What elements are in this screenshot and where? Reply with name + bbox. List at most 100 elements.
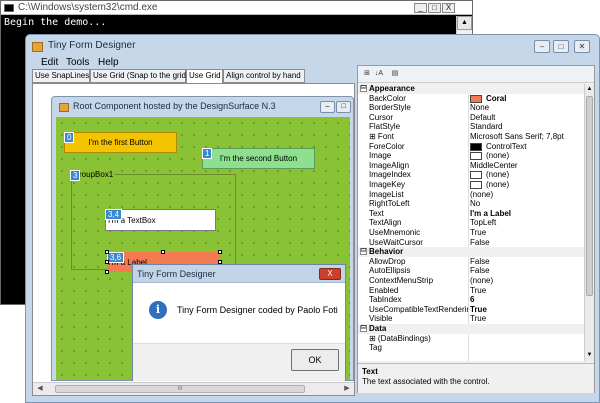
- property-value[interactable]: (none): [486, 151, 509, 161]
- description-title: Text: [362, 367, 378, 376]
- property-row[interactable]: UseCompatibleTextRendering True: [358, 304, 584, 315]
- menu-tools[interactable]: Tools: [66, 57, 89, 68]
- resize-handle[interactable]: [105, 250, 109, 254]
- tab-use-grid[interactable]: Use Grid: [186, 69, 223, 84]
- dialog-message: Tiny Form Designer coded by Paolo Foti: [177, 305, 338, 315]
- tab-index-badge: 3,6: [107, 252, 125, 263]
- property-pages-icon[interactable]: ▤: [390, 69, 400, 79]
- root-maximize-button[interactable]: □: [336, 101, 351, 113]
- property-value[interactable]: False: [470, 238, 490, 248]
- property-row[interactable]: TextAlign TopLeft: [358, 218, 584, 228]
- first-button[interactable]: I'm the first Button: [64, 132, 177, 153]
- property-row[interactable]: Image (none): [358, 151, 584, 161]
- property-row[interactable]: TabIndex 6: [358, 295, 584, 305]
- collapse-icon[interactable]: ⊟: [360, 325, 367, 332]
- resize-handle[interactable]: [105, 270, 109, 274]
- cmd-titlebar[interactable]: C:\Windows\system32\cmd.exe _ □ X: [1, 1, 472, 15]
- alphabetical-icon[interactable]: ↓A: [374, 69, 384, 79]
- property-row[interactable]: UseMnemonic True: [358, 228, 584, 238]
- resize-handle[interactable]: [218, 250, 222, 254]
- property-row[interactable]: Enabled True: [358, 285, 584, 296]
- message-dialog[interactable]: Tiny Form Designer X i Tiny Form Designe…: [132, 264, 346, 381]
- menu-help[interactable]: Help: [98, 57, 119, 68]
- property-row[interactable]: FlatStyle Standard: [358, 122, 584, 132]
- dialog-close-button[interactable]: X: [319, 268, 341, 280]
- property-grid[interactable]: ⊞ ↓A ▤ ⊟ Appearance BackColor Coral BorderSt…: [357, 65, 595, 393]
- designer-close-button[interactable]: ✕: [574, 40, 590, 53]
- ok-button[interactable]: OK: [291, 349, 339, 371]
- property-row[interactable]: RightToLeft No: [358, 199, 584, 209]
- property-value[interactable]: No: [470, 199, 480, 209]
- property-row[interactable]: Visible True: [358, 314, 584, 324]
- cmd-close-button[interactable]: X: [442, 3, 455, 13]
- menu-edit[interactable]: Edit: [41, 57, 58, 68]
- property-value[interactable]: 6: [470, 295, 474, 305]
- property-value[interactable]: Coral: [486, 94, 506, 104]
- category-name: Appearance: [369, 84, 415, 93]
- property-row[interactable]: ⊞ (DataBindings): [358, 333, 584, 344]
- scroll-up-icon[interactable]: ▲: [457, 16, 472, 30]
- resize-handle[interactable]: [161, 250, 165, 254]
- scroll-down-icon[interactable]: ▼: [585, 350, 594, 360]
- property-value[interactable]: TopLeft: [470, 218, 496, 228]
- scroll-left-icon[interactable]: ◀: [35, 384, 45, 394]
- property-row[interactable]: AllowDrop False: [358, 256, 584, 267]
- property-category[interactable]: ⊟ Data: [358, 324, 584, 334]
- property-row[interactable]: ImageIndex (none): [358, 170, 584, 180]
- property-value[interactable]: False: [470, 257, 490, 267]
- property-value[interactable]: (none): [470, 190, 493, 200]
- cmd-maximize-button[interactable]: □: [428, 3, 441, 13]
- scroll-up-icon[interactable]: ▲: [585, 84, 594, 94]
- property-category[interactable]: ⊟ Appearance: [358, 84, 584, 94]
- property-row[interactable]: Tag: [358, 343, 584, 353]
- property-value[interactable]: I'm a Label: [470, 209, 511, 219]
- property-row[interactable]: AutoEllipsis False: [358, 266, 584, 276]
- property-row[interactable]: BorderStyle None: [358, 103, 584, 113]
- property-row[interactable]: ImageList (none): [358, 189, 584, 200]
- tab-use-grid-snap[interactable]: Use Grid (Snap to the grid): [90, 69, 189, 83]
- property-row[interactable]: ForeColor ControlText: [358, 141, 584, 152]
- property-scrollbar[interactable]: ▲ ▼: [584, 84, 594, 361]
- property-value[interactable]: None: [470, 103, 489, 113]
- property-toolbar: ⊞ ↓A ▤: [358, 66, 594, 83]
- second-button[interactable]: I'm the second Button: [202, 148, 315, 169]
- dialog-titlebar[interactable]: Tiny Form Designer X: [133, 265, 345, 283]
- cmd-minimize-button[interactable]: _: [414, 3, 427, 13]
- property-value[interactable]: Microsoft Sans Serif; 7,8pt: [470, 132, 564, 142]
- property-row[interactable]: BackColor Coral: [358, 93, 584, 104]
- property-row[interactable]: ContextMenuStrip (none): [358, 276, 584, 286]
- categorized-icon[interactable]: ⊞: [362, 69, 372, 79]
- property-value[interactable]: Standard: [470, 122, 502, 132]
- horizontal-scrollbar[interactable]: ◀ III ▶: [33, 382, 354, 395]
- property-row[interactable]: ⊞ Font Microsoft Sans Serif; 7,8pt: [358, 132, 584, 142]
- property-row[interactable]: ImageAlign MiddleCenter: [358, 160, 584, 171]
- property-row[interactable]: UseWaitCursor False: [358, 237, 584, 248]
- property-value[interactable]: False: [470, 266, 490, 276]
- designer-maximize-button[interactable]: □: [553, 40, 569, 53]
- property-name: ImageList: [369, 189, 468, 200]
- property-value[interactable]: True: [470, 286, 486, 296]
- property-row[interactable]: ImageKey (none): [358, 180, 584, 190]
- collapse-icon[interactable]: ⊟: [360, 248, 367, 256]
- scroll-thumb[interactable]: [586, 96, 593, 296]
- property-value[interactable]: True: [470, 228, 486, 238]
- property-value[interactable]: (none): [486, 170, 509, 180]
- collapse-icon[interactable]: ⊟: [360, 85, 367, 92]
- tab-use-snaplines[interactable]: Use SnapLines: [32, 69, 90, 83]
- property-category[interactable]: ⊟ Behavior: [358, 247, 584, 257]
- property-row[interactable]: Text I'm a Label: [358, 208, 584, 219]
- property-value[interactable]: (none): [486, 180, 509, 190]
- root-minimize-button[interactable]: –: [320, 101, 335, 113]
- resize-handle[interactable]: [105, 260, 109, 264]
- property-value[interactable]: MiddleCenter: [470, 161, 518, 171]
- property-value[interactable]: True: [470, 305, 487, 315]
- property-value[interactable]: ControlText: [486, 142, 526, 152]
- tab-align-by-hand[interactable]: Align control by hand: [223, 69, 305, 83]
- property-value[interactable]: Default: [470, 113, 495, 123]
- scroll-thumb[interactable]: III: [55, 385, 305, 393]
- scroll-right-icon[interactable]: ▶: [342, 384, 352, 394]
- property-value[interactable]: (none): [470, 276, 493, 286]
- property-row[interactable]: Cursor Default: [358, 112, 584, 123]
- designer-minimize-button[interactable]: –: [534, 40, 550, 53]
- property-value[interactable]: True: [470, 314, 486, 324]
